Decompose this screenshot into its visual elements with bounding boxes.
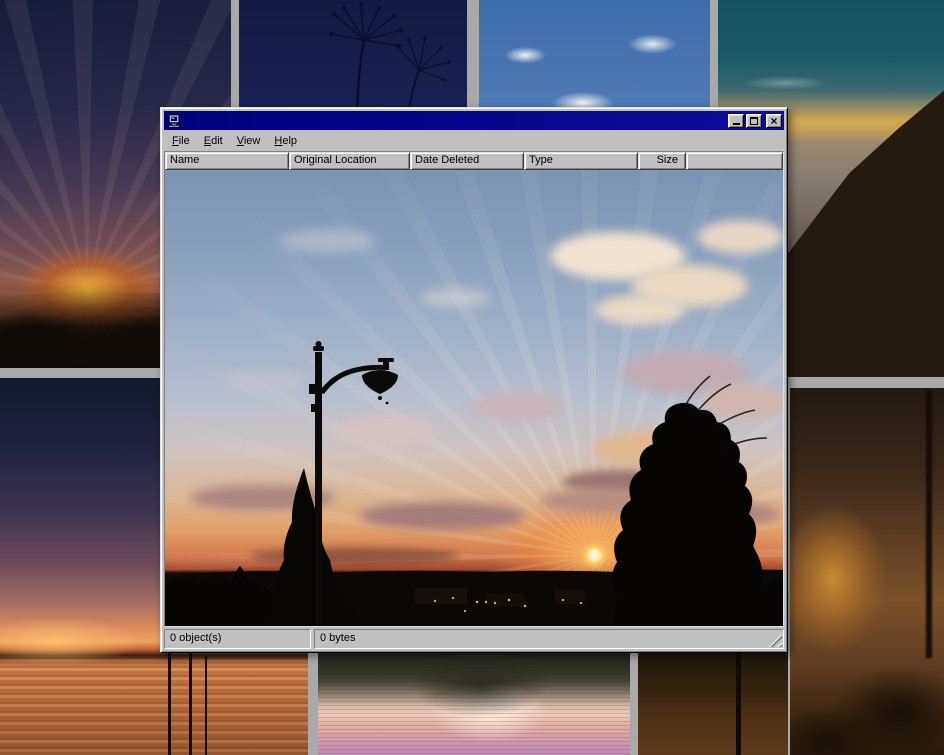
water-streaks — [0, 657, 308, 755]
column-header-size[interactable]: Size — [638, 152, 686, 170]
bg-photo-golden-blur — [790, 388, 944, 755]
menu-bar: File Edit View Help — [164, 130, 784, 151]
pole-silhouette — [205, 656, 207, 755]
foreground-silhouettes — [165, 170, 783, 626]
maximize-button[interactable] — [746, 114, 762, 128]
pole-silhouette — [189, 648, 192, 755]
desktop: { "window": { "title": "", "controls": {… — [0, 0, 944, 755]
pole-silhouette — [736, 653, 741, 755]
column-header-type[interactable]: Type — [524, 152, 638, 170]
recycle-bin-window: × File Edit View Help Name Original Loca… — [160, 107, 788, 653]
bg-photo-pink-reflection — [318, 653, 630, 755]
water-ripples — [318, 653, 630, 755]
minimize-icon — [733, 123, 740, 125]
pole-silhouette — [926, 390, 932, 658]
maximize-icon — [750, 117, 758, 125]
minimize-button[interactable] — [728, 114, 744, 128]
column-header-name[interactable]: Name — [165, 152, 289, 170]
tree-cluster — [612, 376, 783, 626]
bg-photo-dark-amber — [638, 653, 788, 755]
column-header-original-location[interactable]: Original Location — [289, 152, 410, 170]
menu-edit[interactable]: Edit — [197, 133, 230, 149]
status-size: 0 bytes — [314, 629, 784, 649]
column-header-date-deleted[interactable]: Date Deleted — [410, 152, 524, 170]
sunset-photo-background — [165, 170, 783, 626]
menu-file[interactable]: File — [165, 133, 197, 149]
status-objects: 0 object(s) — [164, 629, 311, 649]
status-bar: 0 object(s) 0 bytes — [164, 629, 784, 649]
pole-silhouette — [168, 640, 171, 755]
close-icon: × — [770, 116, 777, 126]
column-header-row: Name Original Location Date Deleted Type… — [165, 152, 783, 170]
menu-view[interactable]: View — [230, 133, 268, 149]
column-header-blank[interactable] — [686, 152, 783, 170]
computer-icon — [167, 114, 182, 128]
file-list-area[interactable]: Name Original Location Date Deleted Type… — [164, 151, 784, 627]
close-button[interactable]: × — [766, 114, 782, 128]
menu-help[interactable]: Help — [267, 133, 304, 149]
window-titlebar[interactable]: × — [164, 111, 784, 130]
